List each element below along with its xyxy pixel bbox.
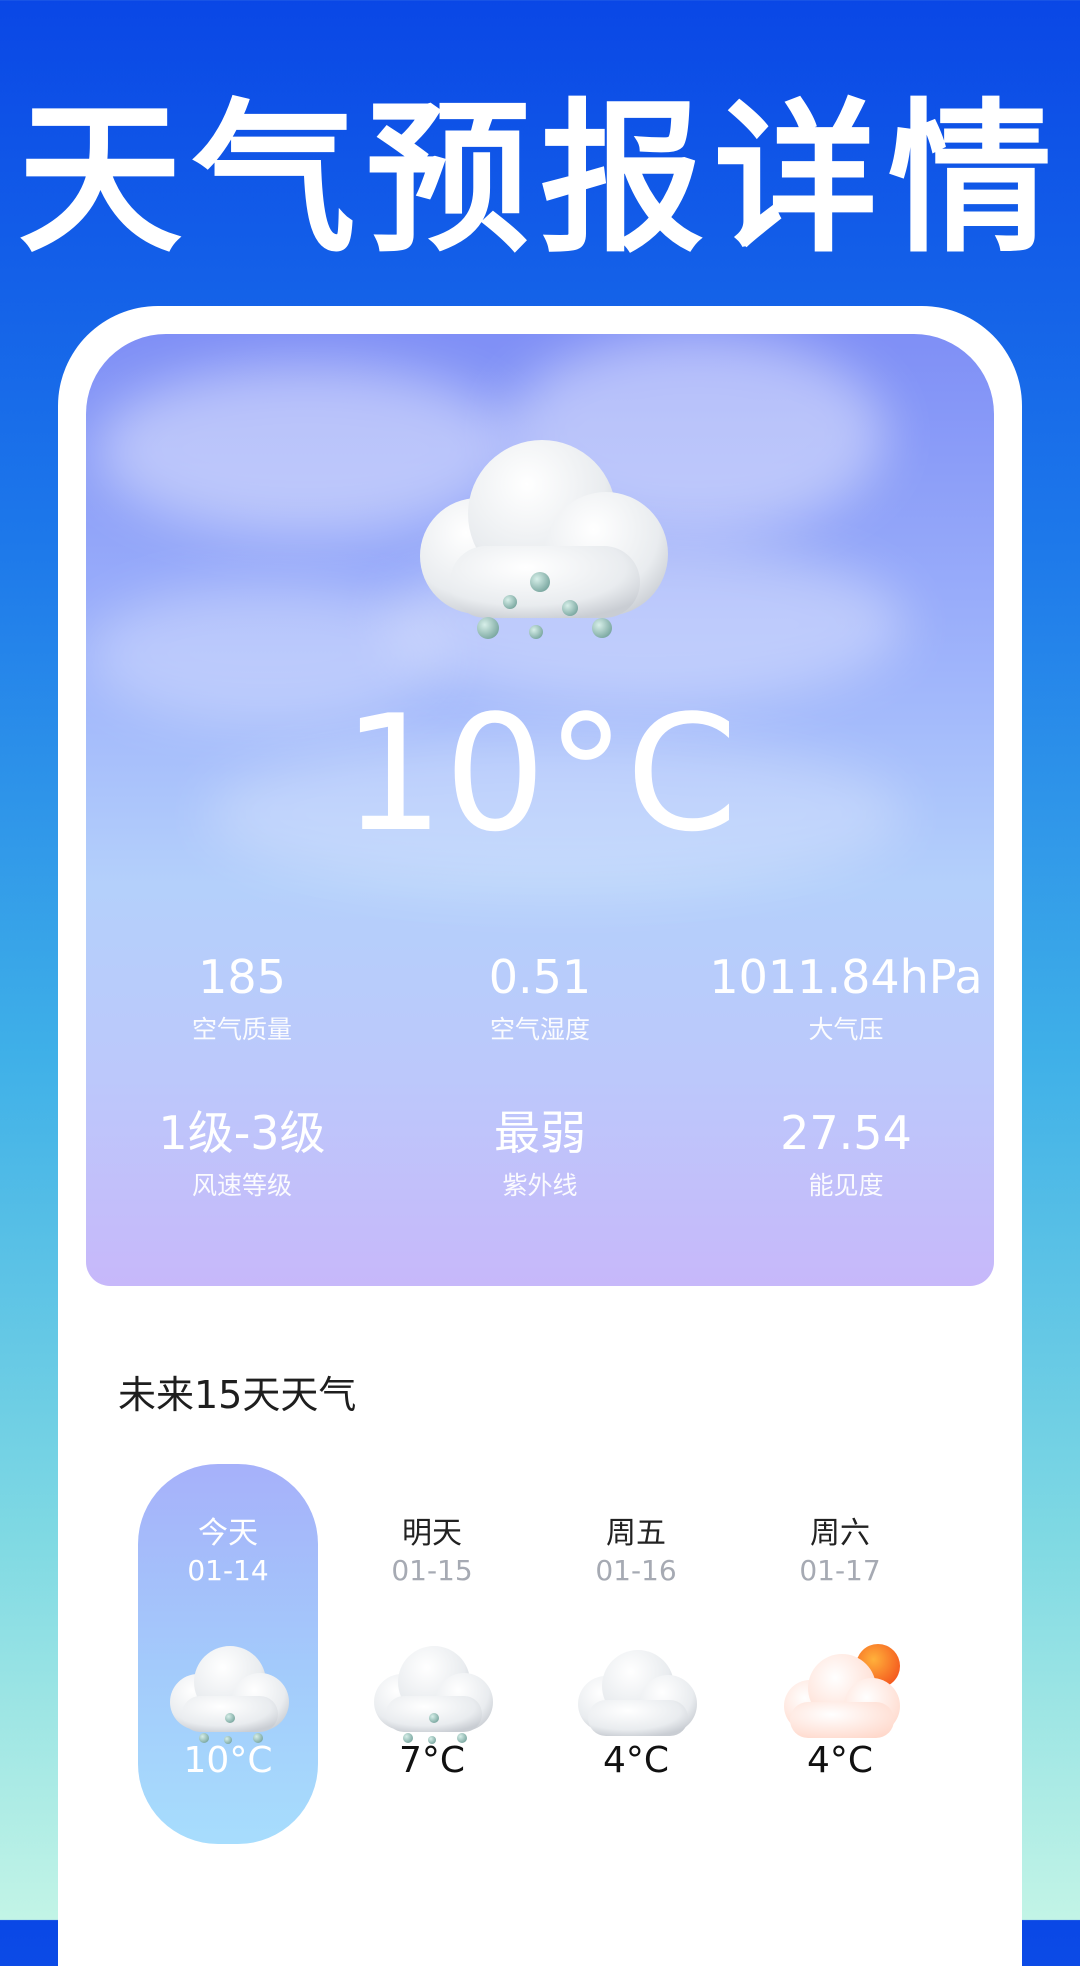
forecast-day-today[interactable]: 今天 01-14 10°C: [138, 1464, 318, 1844]
day-temperature: 4°C: [602, 1740, 670, 1781]
forecast-title: 未来15天天气: [118, 1373, 357, 1417]
current-weather-panel: 10°C 185 空气质量 0.51 空气湿度 1011.84hPa 大气压 1…: [86, 334, 994, 1286]
day-date: 01-15: [391, 1554, 473, 1587]
day-name: 周五: [606, 1516, 666, 1551]
cloud-rain-icon: [170, 1646, 289, 1744]
forecast-day-tomorrow[interactable]: 明天 01-15 7°C: [342, 1464, 522, 1844]
cloud-icon: [578, 1650, 697, 1736]
stat-humidity: 0.51 空气湿度: [390, 954, 690, 1046]
page-title: 天气预报详情: [17, 84, 1062, 275]
stat-uv: 最弱 紫外线: [390, 1110, 690, 1202]
stat-wind-level: 1级-3级 风速等级: [92, 1110, 392, 1202]
stat-visibility: 27.54 能见度: [696, 1110, 994, 1202]
cloud-rain-icon: [420, 440, 668, 639]
stat-label: 空气湿度: [489, 1015, 590, 1044]
forecast-day-sat[interactable]: 周六 01-17 4°C: [750, 1464, 930, 1844]
day-temperature: 7°C: [398, 1740, 466, 1781]
stat-air-quality: 185 空气质量: [92, 954, 392, 1046]
forecast-day-fri[interactable]: 周五 01-16 4°C: [546, 1464, 726, 1844]
stat-value: 1011.84hPa: [709, 950, 983, 1004]
current-temperature: 10°C: [342, 680, 738, 867]
cloud-sun-icon: [784, 1644, 900, 1738]
day-name: 周六: [810, 1516, 870, 1551]
stat-value: 0.51: [488, 950, 592, 1004]
weather-card: 10°C 185 空气质量 0.51 空气湿度 1011.84hPa 大气压 1…: [58, 306, 1022, 1966]
stat-value: 最弱: [494, 1106, 586, 1160]
stat-value: 185: [198, 950, 286, 1004]
stat-pressure: 1011.84hPa 大气压: [696, 954, 994, 1046]
stat-label: 紫外线: [502, 1171, 578, 1200]
stat-label: 大气压: [808, 1015, 884, 1044]
day-date: 01-14: [187, 1554, 269, 1587]
stat-value: 27.54: [780, 1106, 912, 1160]
day-name: 明天: [402, 1516, 462, 1551]
cloud-rain-icon: [374, 1646, 493, 1744]
stat-label: 空气质量: [191, 1015, 292, 1044]
day-temperature: 10°C: [183, 1740, 273, 1781]
day-date: 01-17: [799, 1554, 881, 1587]
day-temperature: 4°C: [806, 1740, 874, 1781]
stat-label: 能见度: [808, 1171, 884, 1200]
day-name: 今天: [198, 1516, 258, 1551]
stat-value: 1级-3级: [158, 1106, 326, 1160]
stat-label: 风速等级: [191, 1171, 292, 1200]
day-date: 01-16: [595, 1554, 677, 1587]
